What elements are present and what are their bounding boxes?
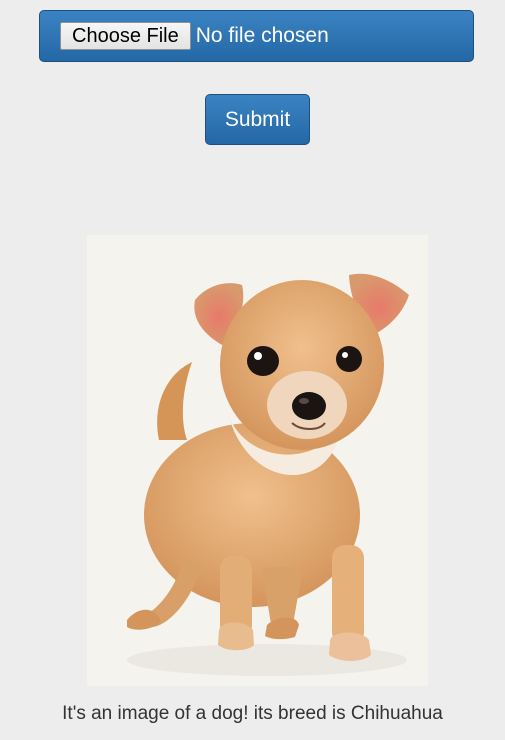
- chihuahua-illustration: [127, 273, 409, 676]
- file-status-text: No file chosen: [195, 24, 329, 47]
- submit-button[interactable]: Submit: [205, 94, 310, 145]
- choose-file-button[interactable]: Choose File: [60, 22, 191, 50]
- dog-photo: [87, 235, 428, 686]
- file-upload-bar[interactable]: Choose File No file chosen: [39, 10, 474, 62]
- prediction-caption: It's an image of a dog! its breed is Chi…: [62, 703, 443, 724]
